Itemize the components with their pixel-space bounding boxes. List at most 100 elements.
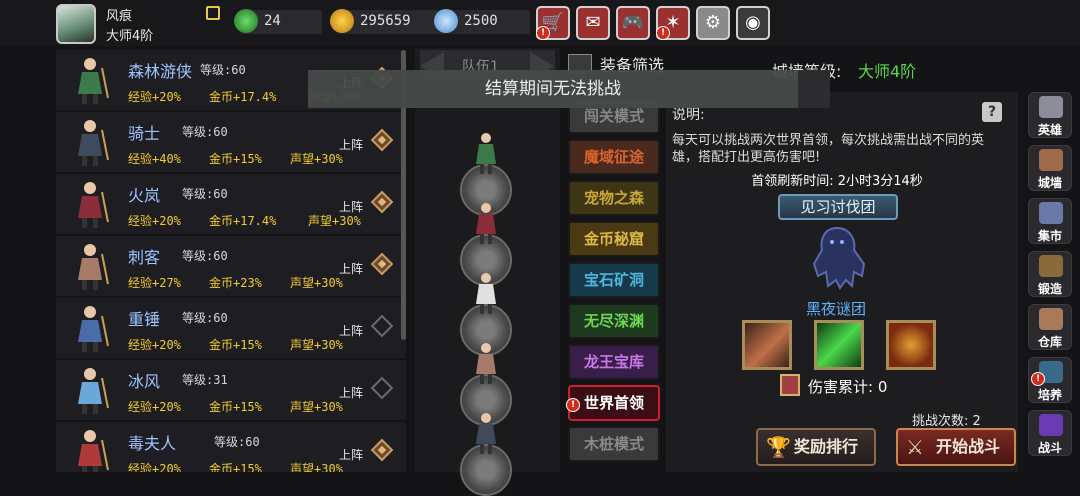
hero-name: 森林游侠 — [128, 62, 193, 81]
sidebar-label: 英雄 — [1037, 123, 1062, 137]
loot-armor-icon[interactable] — [886, 320, 936, 370]
hero-gold-bonus: 金币+15% — [209, 462, 262, 472]
hero-exp-bonus: 经验+20% — [128, 90, 181, 104]
hero-row[interactable]: 冰风 等级:31 经验+20% 金币+15% 声望+30% 上阵 — [56, 360, 406, 422]
description-text: 每天可以挑战两次世界首领，每次挑战需出战不同的英雄，搭配打出更高伤害吧! — [672, 133, 985, 165]
hero-fame-bonus: 声望+30% — [290, 400, 343, 414]
sidebar-button[interactable]: 锻造 — [1028, 251, 1072, 297]
color-wheel-icon: ◉ — [745, 12, 761, 33]
edit-icon[interactable] — [206, 6, 220, 20]
castle-wall-icon — [1039, 149, 1063, 171]
hero-row[interactable]: 刺客 等级:60 经验+27% 金币+23% 声望+30% 上阵 — [56, 236, 406, 298]
mode-button[interactable]: 宝石矿洞 — [568, 262, 660, 298]
sidebar-button[interactable]: 城墙 — [1028, 145, 1072, 191]
mode-button[interactable]: 无尽深渊 — [568, 303, 660, 339]
market-icon — [1039, 202, 1063, 224]
mode-button[interactable]: 宠物之森 — [568, 180, 660, 216]
mode-button[interactable]: 魔域征途 — [568, 139, 660, 175]
hero-level: 等级:60 — [182, 249, 228, 263]
hero-deploy-toggle[interactable] — [370, 190, 394, 214]
hero-gold-bonus: 金币+15% — [209, 400, 262, 414]
hero-fame-bonus: 声望+30% — [290, 276, 343, 290]
hero-portrait — [78, 244, 109, 290]
hero-deploy-toggle[interactable] — [370, 438, 394, 462]
sidebar-button[interactable]: 战斗 — [1028, 410, 1072, 456]
hero-portrait — [78, 306, 109, 352]
hero-row[interactable]: 重锤 等级:60 经验+20% 金币+15% 声望+30% 上阵 — [56, 298, 406, 360]
settings-button[interactable]: ⚙ — [696, 6, 730, 40]
anvil-icon — [1039, 255, 1063, 277]
diamond-resource: 2500 — [434, 9, 530, 34]
start-battle-button[interactable]: ⚔ 开始战斗 — [896, 428, 1016, 466]
hero-portrait — [78, 430, 109, 472]
helmet-icon — [1039, 96, 1063, 118]
hero-row[interactable]: 火岚 等级:60 经验+20% 金币+17.4% 声望+30% 上阵 — [56, 174, 406, 236]
hero-fame-bonus: 声望+30% — [290, 462, 343, 472]
hero-portrait — [78, 58, 109, 104]
start-battle-label: 开始战斗 — [936, 437, 1001, 456]
broken-button[interactable]: ✶! — [656, 6, 690, 40]
hero-gold-bonus: 金币+17.4% — [209, 214, 277, 228]
sidebar-label: 战斗 — [1037, 441, 1062, 455]
sidebar-button[interactable]: 英雄 — [1028, 92, 1072, 138]
hero-list[interactable]: 森林游侠等级:60经验+20%金币+17.4%声望+30%上阵骑士等级:60经验… — [56, 48, 406, 472]
hero-name: 毒夫人 — [128, 434, 177, 453]
hero-gold-bonus: 金币+17.4% — [209, 90, 277, 104]
mode-button[interactable]: 木桩模式 — [568, 426, 660, 462]
hero-level: 等级:31 — [182, 373, 228, 387]
mail-button[interactable]: ✉ — [576, 6, 610, 40]
reward-ranking-label: 奖励排行 — [794, 437, 859, 456]
hero-deploy-toggle[interactable] — [370, 376, 394, 400]
color-button[interactable]: ◉ — [736, 6, 770, 40]
alert-badge-icon: ! — [1031, 372, 1045, 386]
player-rank: 大师4阶 — [106, 29, 154, 44]
diamond-icon — [434, 9, 458, 33]
boss-sprite — [812, 226, 866, 290]
attempts-count: 挑战次数: 2 — [912, 414, 981, 429]
boss-refresh-time: 首领刷新时间: 2小时3分14秒 — [751, 174, 923, 189]
shop-button[interactable]: 🛒! — [536, 6, 570, 40]
mode-button[interactable]: 龙王宝库 — [568, 344, 660, 380]
hero-deploy-label: 上阵 — [339, 262, 364, 276]
hero-portrait — [78, 368, 109, 414]
gold-value: 295659 — [360, 13, 411, 29]
gamepad-icon: 🎮 — [621, 12, 645, 33]
damage-total: 伤害累计: 0 — [808, 378, 888, 396]
player-avatar[interactable] — [56, 4, 96, 44]
diamond-value: 2500 — [464, 13, 498, 29]
loot-claw-icon[interactable] — [742, 320, 792, 370]
hero-deploy-toggle[interactable] — [370, 314, 394, 338]
reward-ranking-button[interactable]: 🏆 奖励排行 — [756, 428, 876, 466]
team-hero-sprite — [476, 343, 496, 384]
mode-button[interactable]: 金币秘窟 — [568, 221, 660, 257]
warehouse-icon — [1039, 308, 1063, 330]
team-hero-sprite — [476, 133, 496, 174]
mode-button[interactable]: 世界首领 — [568, 385, 660, 421]
portal-icon — [1039, 414, 1063, 436]
help-icon[interactable]: ? — [982, 102, 1002, 122]
hero-name: 骑士 — [128, 124, 161, 143]
hero-name: 重锤 — [128, 310, 161, 329]
damage-book-icon — [780, 374, 800, 396]
hero-exp-bonus: 经验+40% — [128, 152, 181, 166]
sidebar-label: 仓库 — [1037, 335, 1062, 349]
toast-edge — [798, 70, 830, 108]
sidebar-button[interactable]: 集市 — [1028, 198, 1072, 244]
trophy-icon: 🏆 — [766, 435, 791, 459]
gamepad-button[interactable]: 🎮 — [616, 6, 650, 40]
sidebar-button[interactable]: 仓库 — [1028, 304, 1072, 350]
crossed-swords-icon: ⚔ — [906, 435, 924, 459]
wall-level-value: 大师4阶 — [858, 62, 917, 81]
loot-poison-icon[interactable] — [814, 320, 864, 370]
team-hero-sprite — [476, 203, 496, 244]
hero-deploy-label: 上阵 — [339, 200, 364, 214]
mail-icon: ✉ — [585, 12, 601, 33]
hero-row[interactable]: 骑士 等级:60 经验+40% 金币+15% 声望+30% 上阵 — [56, 112, 406, 174]
hero-deploy-toggle[interactable] — [370, 252, 394, 276]
sidebar-button[interactable]: 培养! — [1028, 357, 1072, 403]
team-column — [415, 48, 560, 496]
energy-resource: 24 — [234, 9, 322, 34]
hero-deploy-toggle[interactable] — [370, 128, 394, 152]
hero-deploy-label: 上阵 — [339, 138, 364, 152]
hero-row[interactable]: 毒夫人 等级:60 经验+20% 金币+15% 声望+30% 上阵 — [56, 422, 406, 472]
